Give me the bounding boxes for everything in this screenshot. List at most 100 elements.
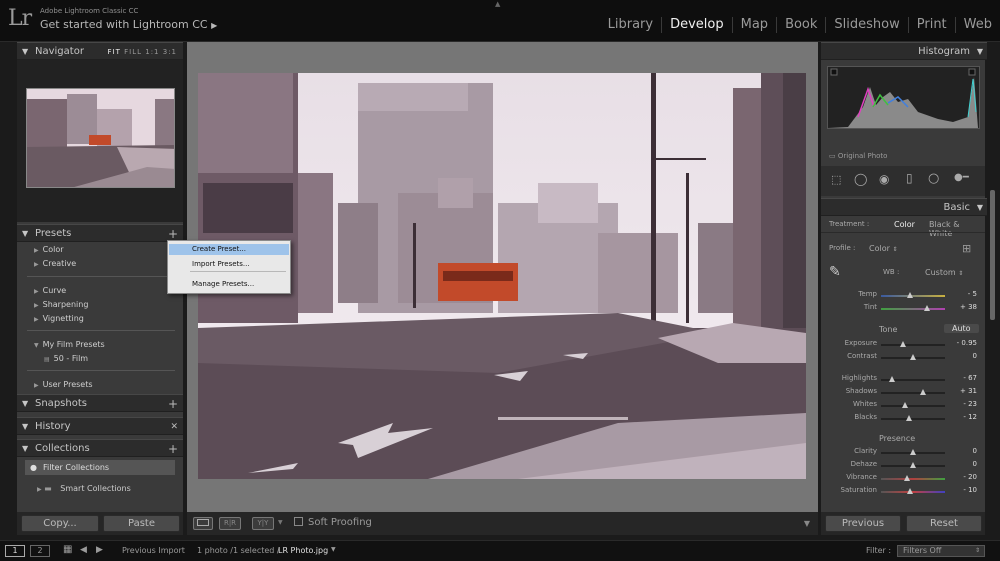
dropdown-arrow-icon[interactable]: ▼ [278,519,283,526]
slider-row-temp[interactable]: Temp - 5 [821,290,985,302]
slider-knob[interactable] [910,449,916,455]
preset-item-50-film[interactable]: ▤ 50 - Film [44,354,88,363]
slider-track[interactable] [881,344,945,346]
add-collection-icon[interactable]: + [168,440,178,458]
slider-row-highlights[interactable]: Highlights - 67 [821,374,985,386]
module-book[interactable]: Book [776,17,825,33]
auto-tone-button[interactable]: Auto [944,324,979,333]
toolbar-menu-arrow-icon[interactable]: ▼ [804,519,810,528]
navigator-header[interactable]: ▼ Navigator FIT FILL 1:1 3:1 [17,42,183,60]
back-arrow-icon[interactable]: ◀ [80,545,87,555]
red-eye-icon[interactable]: ◉ [879,172,889,186]
slider-row-whites[interactable]: Whites - 23 [821,400,985,412]
previous-button[interactable]: Previous [825,515,901,532]
radial-filter-icon[interactable]: ○ [928,171,939,186]
preset-group-color[interactable]: ▶ Color [34,245,64,254]
slider-knob[interactable] [903,475,910,481]
slider-track[interactable] [881,418,945,420]
slider-track[interactable] [881,491,945,493]
module-slideshow[interactable]: Slideshow [825,17,907,33]
slider-row-vibrance[interactable]: Vibrance - 20 [821,473,985,485]
soft-proofing-toggle[interactable]: Soft Proofing [294,517,372,528]
filter-collections-input[interactable]: ● Filter Collections [25,460,175,475]
slider-value[interactable]: - 20 [963,473,977,481]
reset-button[interactable]: Reset [906,515,982,532]
histogram-header[interactable]: Histogram ▼ [821,42,987,60]
histogram[interactable] [827,66,980,129]
slider-knob[interactable] [910,354,916,360]
file-name[interactable]: LR Photo.jpg [278,546,328,555]
slider-value[interactable]: - 12 [963,413,977,421]
basic-header[interactable]: Basic ▼ [821,198,987,216]
preset-group-my-film[interactable]: ▼ My Film Presets [34,340,105,349]
slider-track[interactable] [881,405,945,407]
profile-dropdown[interactable]: Color ⇕ [869,244,897,253]
history-header[interactable]: ▼ History ✕ [17,417,183,435]
collapse-top-arrow-icon[interactable]: ▲ [495,0,500,8]
graduated-filter-icon[interactable]: ▯ [906,171,913,185]
preset-group-curve[interactable]: ▶ Curve [34,286,66,295]
module-library[interactable]: Library [600,17,661,33]
before-after-yy-button[interactable]: Y|Y [252,517,274,530]
zoom-fill[interactable]: FILL [124,48,142,56]
presets-header[interactable]: ▼ Presets + [17,224,183,242]
module-print[interactable]: Print [907,17,955,33]
wb-eyedropper-icon[interactable]: ✎ [829,264,841,280]
slider-knob[interactable] [900,341,907,347]
original-photo-toggle[interactable]: ▭ Original Photo [829,152,887,160]
slider-row-tint[interactable]: Tint + 38 [821,303,985,315]
preset-group-creative[interactable]: ▶ Creative [34,259,76,268]
slider-row-blacks[interactable]: Blacks - 12 [821,413,985,425]
preset-group-user[interactable]: ▶ User Presets [34,380,93,389]
paste-button[interactable]: Paste [103,515,180,532]
slider-row-clarity[interactable]: Clarity 0 [821,447,985,459]
slider-knob[interactable] [919,389,926,395]
primary-window-button[interactable]: 1 [5,545,25,557]
loupe-view-icon[interactable] [193,517,213,530]
menu-manage-presets[interactable]: Manage Presets... [169,279,289,290]
slider-value[interactable]: 0 [973,352,977,360]
right-panel-scrollbar[interactable] [990,190,995,320]
slider-knob[interactable] [924,305,931,311]
slider-value[interactable]: - 0.95 [957,339,977,347]
slider-row-exposure[interactable]: Exposure - 0.95 [821,339,985,351]
preset-group-vignetting[interactable]: ▶ Vignetting [34,314,84,323]
grid-icon[interactable]: ▦ [63,544,72,555]
slider-value[interactable]: - 23 [963,400,977,408]
module-develop[interactable]: Develop [661,17,732,33]
crop-icon[interactable]: ⬚ [831,173,841,186]
soft-proofing-checkbox[interactable] [294,517,303,526]
slider-knob[interactable] [906,292,913,298]
slider-value[interactable]: + 38 [960,303,977,311]
add-snapshot-icon[interactable]: + [168,395,178,413]
slider-value[interactable]: - 67 [963,374,977,382]
slider-value[interactable]: 0 [973,460,977,468]
module-map[interactable]: Map [731,17,776,33]
clear-history-icon[interactable]: ✕ [170,418,178,436]
slider-value[interactable]: + 31 [960,387,977,395]
slider-track[interactable] [881,478,945,480]
slider-knob[interactable] [902,402,909,408]
module-web[interactable]: Web [954,17,1000,33]
treatment-color[interactable]: Color [894,220,915,229]
zoom-3-1[interactable]: 3:1 [163,48,177,56]
slider-row-saturation[interactable]: Saturation - 10 [821,486,985,498]
file-dropdown-icon[interactable]: ▼ [331,546,336,553]
slider-row-shadows[interactable]: Shadows + 31 [821,387,985,399]
preset-group-sharpening[interactable]: ▶ Sharpening [34,300,88,309]
menu-create-preset[interactable]: Create Preset... [169,244,289,255]
slider-row-dehaze[interactable]: Dehaze 0 [821,460,985,472]
get-started-link[interactable]: Get started with Lightroom CC ▶ [40,18,217,31]
slider-knob[interactable] [906,488,913,494]
menu-import-presets[interactable]: Import Presets... [169,259,289,270]
zoom-fit[interactable]: FIT [108,48,121,56]
slider-track[interactable] [881,308,945,310]
zoom-1-1[interactable]: 1:1 [145,48,159,56]
slider-track[interactable] [881,392,945,394]
slider-value[interactable]: - 10 [963,486,977,494]
snapshots-header[interactable]: ▼ Snapshots + [17,394,183,412]
adjustment-brush-icon[interactable]: ●━ [954,172,969,183]
slider-knob[interactable] [906,415,913,421]
slider-knob[interactable] [910,462,916,468]
spot-removal-icon[interactable]: ◯ [854,172,867,186]
